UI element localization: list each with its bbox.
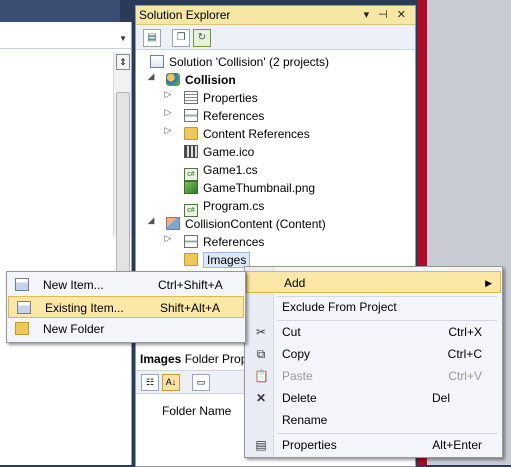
menu-item-shortcut: Ctrl+Shift+A [158,278,223,292]
folder-icon [184,127,198,140]
scrollbar-thumb[interactable] [116,92,130,274]
xna-project-icon [166,73,180,86]
menu-item-shortcut: Shift+Alt+A [160,301,221,315]
editor-scrollbar[interactable]: ⇕ [113,52,131,274]
properties-folder-icon [184,91,198,104]
menu-item-label: Rename [282,413,328,427]
properties-icon: ▤ [255,438,267,452]
menu-item-label: Delete [282,391,317,405]
menu-item-label: New Folder [43,322,105,336]
alphabetical-icon[interactable]: A↓ [162,374,180,391]
menu-item-exclude[interactable]: Exclude From Project [245,296,502,318]
menu-item-label: Exclude From Project [282,300,397,314]
folder-icon [15,322,29,335]
menu-item-label: New Item... [43,278,104,292]
menu-item-add[interactable]: Add ▶ [246,271,501,293]
menu-item-properties[interactable]: ▤ Properties Alt+Enter [245,434,502,456]
menu-item-shortcut: Ctrl+C [447,347,482,361]
tree-item-content-references[interactable]: References [184,233,264,251]
tree-item-properties[interactable]: Properties [184,89,258,107]
tree-item-project-collision[interactable]: Collision [166,71,236,89]
tree-item-label: References [203,109,265,123]
tree-item-solution[interactable]: Solution 'Collision' (2 projects) [150,53,329,71]
solution-icon [150,55,164,68]
tree-item-game1-cs[interactable]: c# Game1.cs [184,161,258,181]
menu-item-cut[interactable]: ✂ Cut Ctrl+X [245,321,502,343]
content-project-icon [166,217,180,230]
menu-item-shortcut: Ctrl+X [448,325,482,339]
property-pages-icon[interactable]: ▭ [192,374,210,391]
add-submenu: New Item... Ctrl+Shift+A Existing Item..… [6,271,246,343]
properties-icon[interactable]: ▤ [143,29,161,47]
document-tab-strip [0,0,120,22]
tree-item-content-project[interactable]: CollisionContent (Content) [166,215,326,233]
menu-item-shortcut: Ctrl+V [448,369,482,383]
expand-arrow-icon[interactable]: ▷ [163,89,173,100]
split-handle-icon[interactable]: ⇕ [116,54,130,70]
properties-object-type: Folder Prop [181,352,248,366]
tree-item-label: Collision [185,73,236,87]
menu-item-label: Cut [282,325,301,339]
folder-icon [184,253,198,266]
collapse-arrow-icon[interactable]: ◢ [146,71,156,82]
tree-item-game-ico[interactable]: Game.ico [184,143,254,161]
menu-item-label: Existing Item... [45,301,124,315]
member-dropdown[interactable]: ▼ [0,30,131,49]
delete-icon: ✕ [255,391,267,405]
menu-item-shortcut: Del [431,391,450,405]
context-menu: Add ▶ Exclude From Project ✂ Cut Ctrl+X … [244,266,503,458]
tree-item-label: Content References [203,127,310,141]
menu-item-label: Properties [282,438,337,452]
panel-window-buttons[interactable]: ▾ ⊣ ✕ [364,8,409,21]
scissors-icon: ✂ [255,325,267,339]
menu-item-rename[interactable]: Rename [245,409,502,431]
show-all-files-icon[interactable]: ❐ [172,29,190,47]
collapse-arrow-icon[interactable]: ◢ [146,215,156,226]
tree-item-label: References [203,235,265,249]
tree-item-label: GameThumbnail.png [203,181,316,195]
icon-file-icon [184,145,198,158]
refresh-icon[interactable]: ↻ [193,29,211,47]
tree-item-thumbnail[interactable]: GameThumbnail.png [184,179,315,197]
tree-item-references[interactable]: References [184,107,264,125]
tree-item-label: Program.cs [203,199,265,213]
tree-item-label: CollisionContent (Content) [185,217,326,231]
property-folder-name: Folder Name [162,404,232,418]
copy-icon: ⧉ [256,347,266,361]
submenu-arrow-icon: ▶ [485,278,492,288]
menu-item-paste: 📋 Paste Ctrl+V [245,365,502,387]
tree-item-label: Solution 'Collision' (2 projects) [169,55,329,69]
tree-item-label: Game.ico [203,145,255,159]
tree-item-label: Properties [203,91,258,105]
references-icon [184,109,198,122]
tree-item-label: Game1.cs [203,163,258,177]
tree-item-content-references[interactable]: Content References [184,125,310,143]
menu-item-label: Paste [282,369,313,383]
panel-title-bar: Solution Explorer ▾ ⊣ ✕ [136,6,415,25]
menu-item-delete[interactable]: ✕ Delete Del [245,387,502,409]
properties-title: Images Folder Prop [140,352,247,366]
new-item-icon [15,278,29,291]
panel-toolbar: ▤ ❐ ↻ [136,25,415,50]
references-icon [184,235,198,248]
chevron-down-icon[interactable]: ▼ [119,34,127,43]
existing-item-icon [17,301,31,314]
tree-item-images[interactable]: Images [184,251,251,269]
image-file-icon [184,181,198,194]
menu-item-copy[interactable]: ⧉ Copy Ctrl+C [245,343,502,365]
menu-item-new-item[interactable]: New Item... Ctrl+Shift+A [7,274,245,296]
paste-icon: 📋 [254,369,269,383]
expand-arrow-icon[interactable]: ▷ [163,233,173,244]
menu-item-label: Add [284,276,306,290]
categorized-icon[interactable]: ☷ [141,374,159,391]
menu-item-label: Copy [282,347,311,361]
properties-object-name: Images [140,352,182,366]
menu-item-existing-item[interactable]: Existing Item... Shift+Alt+A [8,296,244,318]
menu-item-shortcut: Alt+Enter [432,438,482,452]
expand-arrow-icon[interactable]: ▷ [163,107,173,118]
panel-title: Solution Explorer [139,8,231,22]
expand-arrow-icon[interactable]: ▷ [163,125,173,136]
tree-item-program-cs[interactable]: c# Program.cs [184,197,265,217]
menu-item-new-folder[interactable]: New Folder [7,318,245,340]
